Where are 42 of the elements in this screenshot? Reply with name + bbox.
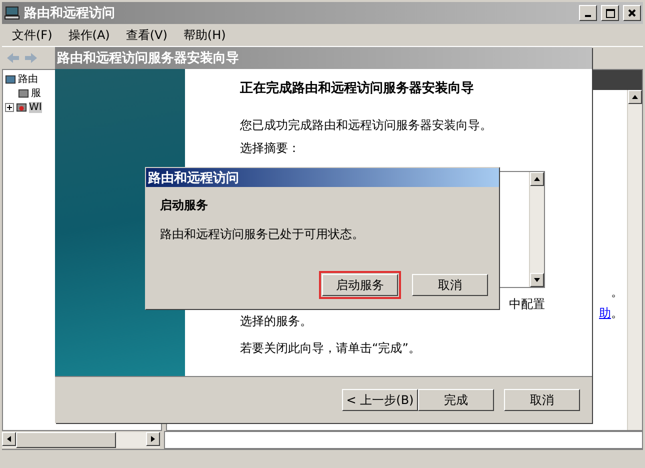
tree-item[interactable]: 路由: [18, 72, 38, 86]
wizard-heading: 正在完成路由和远程访问服务器安装向导: [240, 80, 475, 97]
wizard-button[interactable]: 取消: [504, 389, 580, 411]
dialog-button[interactable]: 取消: [412, 274, 488, 296]
server-tree-icon: [5, 74, 16, 84]
wizard-button[interactable]: 完成: [418, 389, 494, 411]
tree-item[interactable]: WI: [29, 102, 42, 112]
dialog-message: 路由和远程访问服务已处于可用状态。: [160, 226, 365, 243]
scroll-left-icon[interactable]: [6, 436, 12, 442]
wizard-title: 路由和远程访问服务器安装向导: [57, 50, 240, 67]
note-text: 中配置: [508, 296, 545, 313]
note-text: 选择的服务。: [240, 313, 313, 330]
menu-item[interactable]: 查看(V): [120, 24, 174, 46]
text-fragment: 。: [611, 284, 623, 301]
help-link[interactable]: 助: [599, 306, 611, 320]
dialog-heading: 启动服务: [160, 197, 209, 214]
window-title: 路由和远程访问: [24, 4, 116, 22]
close-button[interactable]: [623, 5, 641, 21]
maximize-icon: [606, 8, 614, 18]
list-scrollbar[interactable]: [529, 172, 544, 287]
tree-item[interactable]: 服: [31, 86, 41, 100]
maximize-button[interactable]: [601, 5, 619, 21]
dialog-title: 路由和远程访问: [148, 170, 240, 186]
closing-text: 若要关闭此向导，请单击“完成”。: [240, 340, 422, 357]
vertical-scrollbar[interactable]: [627, 90, 642, 430]
scroll-down-icon[interactable]: [534, 277, 540, 283]
close-icon: [628, 9, 636, 17]
wizard-button[interactable]: < 上一步(B): [342, 389, 418, 411]
scroll-up-icon[interactable]: [534, 176, 540, 182]
scroll-right-icon[interactable]: [150, 436, 156, 442]
summary-label: 选择摘要：: [240, 140, 301, 157]
expand-icon[interactable]: [5, 102, 14, 112]
horizontal-scrollbar[interactable]: [2, 432, 160, 448]
menu-item[interactable]: 帮助(H): [177, 24, 232, 46]
minimize-button[interactable]: [579, 5, 597, 21]
dialog-button[interactable]: 启动服务: [322, 274, 398, 296]
help-text: 助。: [599, 305, 623, 322]
scroll-up-icon[interactable]: [632, 94, 638, 100]
app-icon: [4, 6, 20, 20]
intro-text: 您已成功完成路由和远程访问服务器安装向导。: [240, 117, 493, 134]
menu-item[interactable]: 文件(F): [6, 24, 58, 46]
menu-item[interactable]: 操作(A): [62, 24, 116, 46]
